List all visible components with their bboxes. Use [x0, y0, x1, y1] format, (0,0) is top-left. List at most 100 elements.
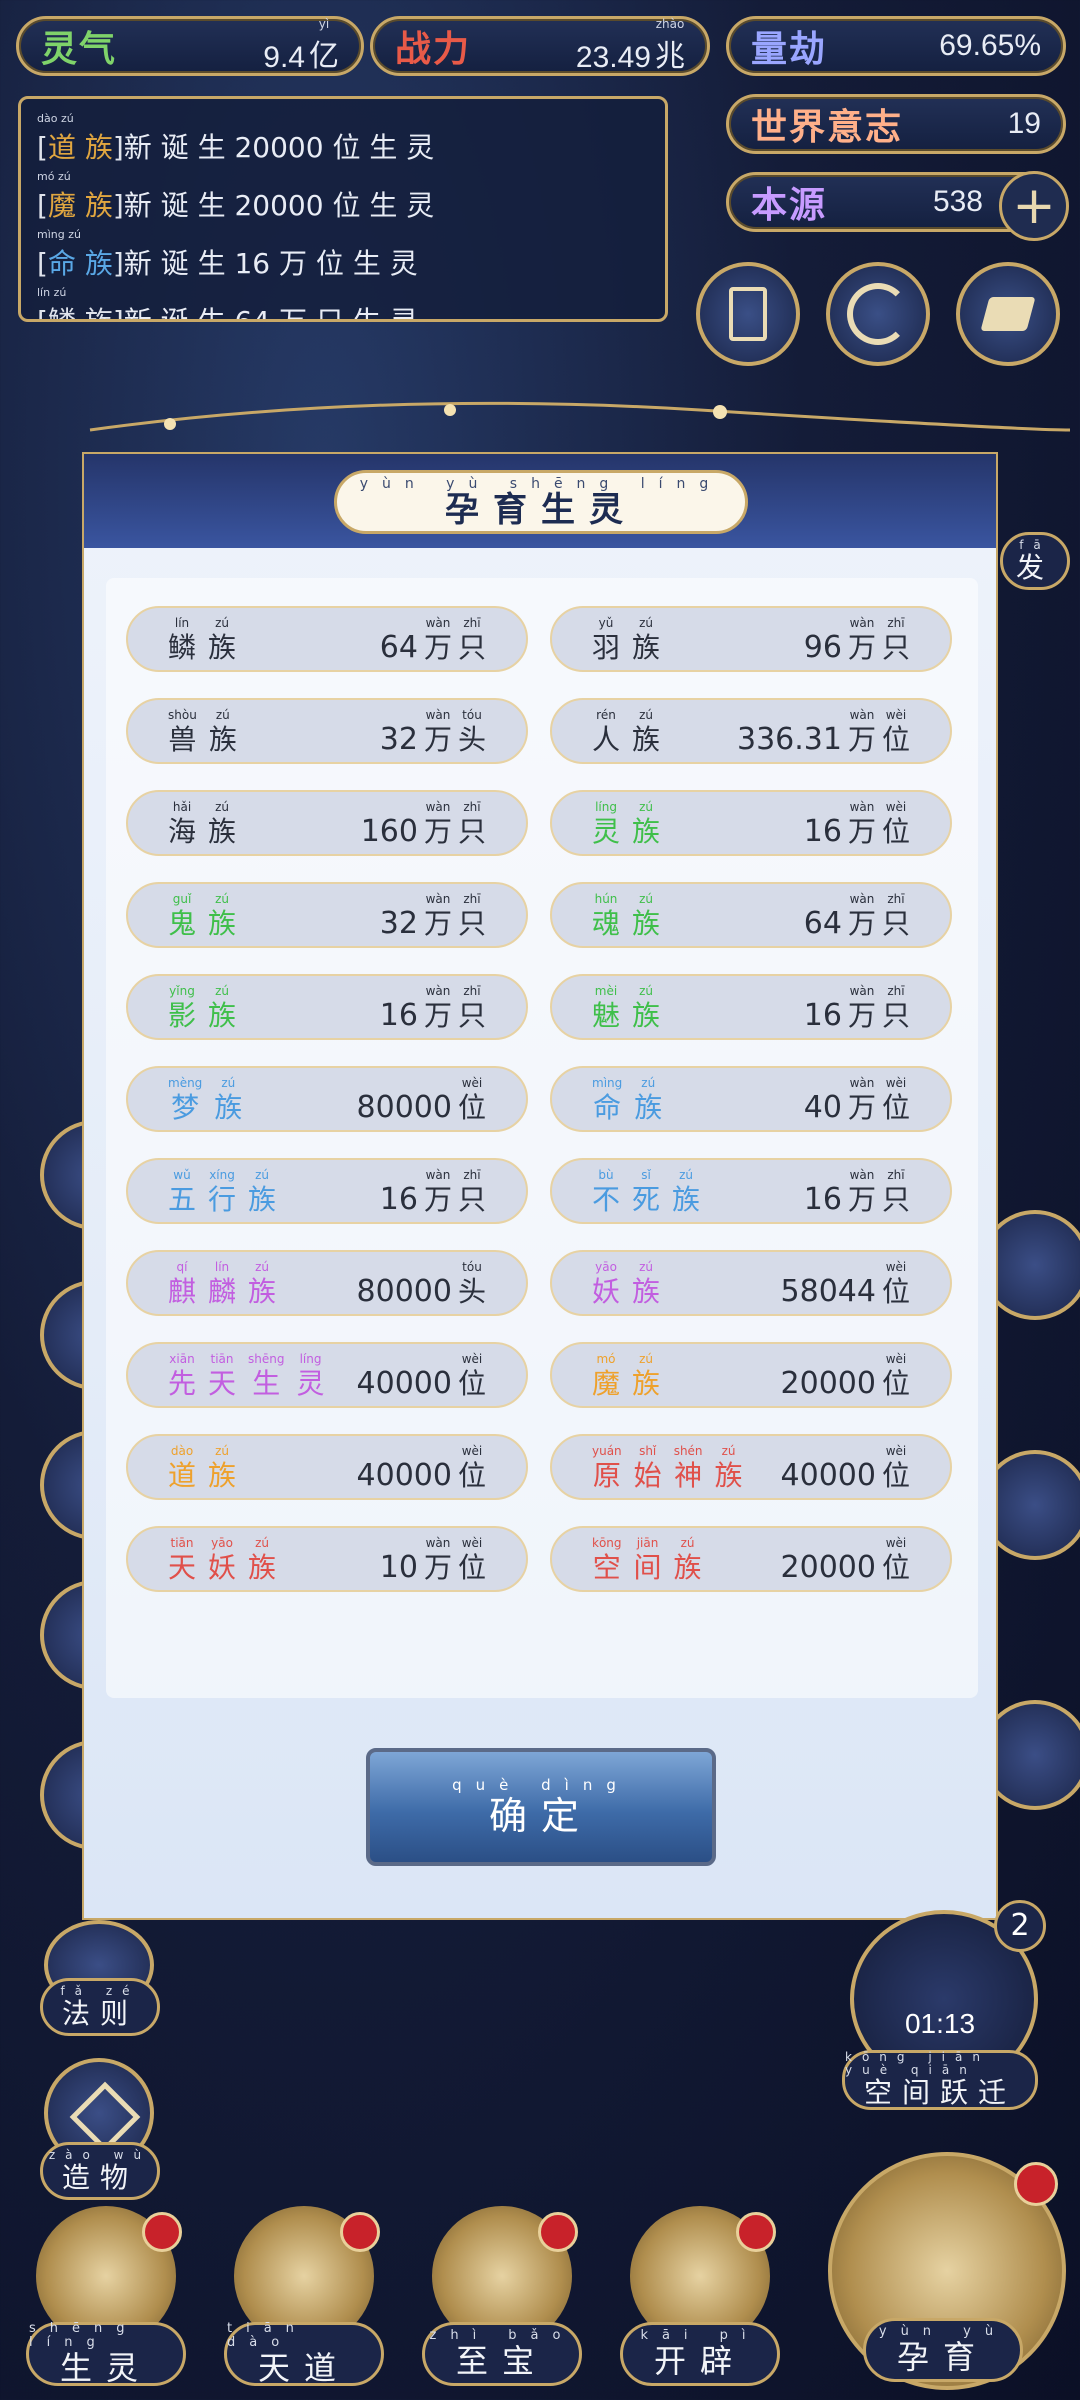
race-char-pinyin: dào [170, 1444, 194, 1458]
race-count-number: 40000 [780, 1458, 876, 1493]
stat-shijie[interactable]: 世界意志 19 [726, 94, 1066, 154]
race-char-pinyin: zú [721, 1444, 736, 1458]
race-count-number: 32 [379, 722, 418, 757]
side-fa-label: 发 [1015, 550, 1054, 584]
race-count-number: 58044 [780, 1274, 876, 1309]
bottom-nav-button[interactable]: tiān dào 天道 [214, 2206, 394, 2386]
race-name: líng 灵 zú 族 [592, 800, 660, 850]
race-char-pinyin: zú [639, 984, 653, 998]
bottom-nav-button[interactable]: zhì bǎo 至宝 [412, 2206, 592, 2386]
race-char-pinyin: mèi [594, 984, 618, 998]
yunyu-plate: yùn yù 孕育 [863, 2318, 1023, 2382]
race-char-pinyin: qí [176, 1260, 188, 1274]
race-name: hǎi 海 zú 族 [168, 800, 236, 850]
bottom-nav-button[interactable]: shēng líng 生灵 [16, 2206, 196, 2386]
race-unit: wàn 万 [424, 984, 452, 1034]
race-count: 20000 wèi 位 [781, 1352, 910, 1402]
race-count-number: 96 [803, 630, 842, 665]
race-char: guǐ 鬼 [168, 892, 196, 942]
race-char: zú 族 [674, 1536, 702, 1586]
race-char-pinyin: zú [255, 1168, 269, 1182]
race-name: mìng 命 zú 族 [592, 1076, 662, 1126]
race-unit-text: 位 [881, 1551, 910, 1584]
race-unit: wèi 位 [882, 1260, 910, 1310]
race-item: qí 麒 lín 麟 zú 族 80000 tóu 头 [126, 1250, 528, 1316]
race-unit-pinyin: wèi [885, 1260, 907, 1274]
race-unit-pinyin: wàn [849, 984, 875, 998]
add-benyuan-button[interactable]: + [999, 171, 1069, 241]
race-char-text: 族 [632, 907, 661, 940]
race-unit-text: 位 [457, 1551, 486, 1584]
vortex-button[interactable] [826, 262, 930, 366]
space-jump-badge: 2 [994, 1900, 1046, 1952]
log-text: 新 诞 生 16 万 位 生 灵 [123, 247, 418, 280]
race-char: zú 族 [208, 800, 236, 850]
race-unit: zhī 只 [882, 892, 910, 942]
stat-liangjie-value: 69.65% [939, 29, 1041, 62]
race-count: 336.31 wàn 万 wèi 位 [737, 708, 910, 758]
race-char: dào 道 [168, 1444, 196, 1494]
space-jump-timer: 01:13 [904, 2008, 976, 2039]
race-char: zú 族 [632, 800, 660, 850]
race-char-pinyin: kōng [592, 1536, 622, 1550]
bottom-nav-button[interactable]: kāi pì 开辟 [610, 2206, 790, 2386]
race-unit: wèi 位 [882, 1352, 910, 1402]
race-char: qí 麒 [168, 1260, 196, 1310]
race-char-pinyin: mìng [592, 1076, 623, 1090]
race-char-text: 魅 [592, 999, 621, 1032]
race-unit-text: 位 [457, 1459, 486, 1492]
race-char-pinyin: sǐ [641, 1168, 651, 1182]
race-unit-text: 万 [847, 999, 876, 1032]
race-char-text: 间 [633, 1551, 662, 1584]
race-char: shén 神 [674, 1444, 703, 1494]
race-unit-text: 头 [457, 723, 486, 756]
race-char-text: 鳞 [168, 631, 197, 664]
race-count-number: 40000 [356, 1458, 452, 1493]
race-name: qí 麒 lín 麟 zú 族 [168, 1260, 276, 1310]
space-jump-button[interactable]: 2 01:13 kōng jiān yuè qiān 空间跃迁 [830, 1900, 1050, 2110]
side-fa-button[interactable]: fā 发 [1000, 532, 1070, 590]
race-unit-pinyin: wàn [849, 800, 875, 814]
race-char-pinyin: rén [596, 708, 616, 722]
race-char: tiān 天 [208, 1352, 236, 1402]
log-text: 新 诞 生 64 万 只 生 灵 [123, 305, 418, 322]
race-item: dào 道 zú 族 40000 wèi 位 [126, 1434, 528, 1500]
race-unit: wèi 位 [882, 800, 910, 850]
card-button[interactable] [696, 262, 800, 366]
stat-shijie-value: 19 [1007, 107, 1041, 140]
race-char: zú 族 [632, 1260, 660, 1310]
race-char: mèi 魅 [592, 984, 620, 1034]
yunyu-button[interactable]: yùn yù 孕育 [818, 2142, 1068, 2392]
faze-button[interactable]: fǎ zé 法则 [40, 1978, 160, 2036]
scroll-button[interactable] [956, 262, 1060, 366]
log-bracket-open: [ [37, 247, 48, 280]
race-char-text: 命 [593, 1091, 622, 1124]
race-name: tiān 天 yāo 妖 zú 族 [168, 1536, 276, 1586]
race-char-pinyin: jiān [636, 1536, 659, 1550]
race-unit-pinyin: wàn [425, 1168, 451, 1182]
race-char-text: 族 [634, 1091, 663, 1124]
race-char: hún 魂 [592, 892, 620, 942]
race-char-pinyin: shén [673, 1444, 703, 1458]
race-count-number: 16 [379, 1182, 418, 1217]
race-unit-text: 只 [881, 907, 910, 940]
race-unit-text: 万 [423, 723, 452, 756]
race-name: kōng 空 jiān 间 zú 族 [592, 1536, 702, 1586]
race-unit-pinyin: wèi [885, 1352, 907, 1366]
race-char-pinyin: shǐ [639, 1444, 657, 1458]
race-count: 40000 wèi 位 [781, 1444, 910, 1494]
race-unit: tóu 头 [458, 1260, 486, 1310]
race-unit-text: 位 [457, 1367, 486, 1400]
race-count: 10 wàn 万 wèi 位 [380, 1536, 486, 1586]
race-char-text: 鬼 [168, 907, 197, 940]
race-char-pinyin: zú [215, 1444, 229, 1458]
confirm-button[interactable]: què dìng 确定 [366, 1748, 716, 1866]
race-char-pinyin: líng [595, 800, 617, 814]
log-bracket-open: [ [37, 189, 48, 222]
race-char: lín 鳞 [168, 616, 196, 666]
zaowu-button[interactable]: zào wù 造物 [40, 2142, 160, 2200]
race-char-pinyin: hǎi [172, 800, 192, 814]
log-bracket-open: [ [37, 131, 48, 164]
stat-liangjie[interactable]: 量劫 69.65% [726, 16, 1066, 76]
stat-benyuan-value: 538 [932, 185, 983, 218]
